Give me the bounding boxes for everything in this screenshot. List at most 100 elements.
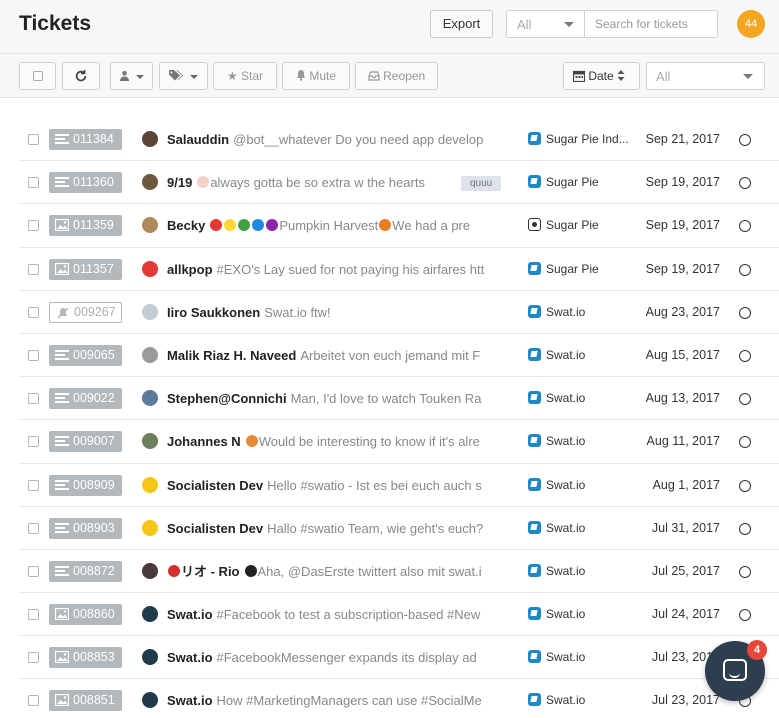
ticket-row[interactable]: 008853 Swat.io #FacebookMessenger expands …	[19, 636, 779, 680]
ticket-row[interactable]: 011357 allkpop #EXO's Lay sued for not pay…	[19, 248, 779, 291]
channel-name: Sugar Pie	[546, 261, 599, 276]
ticket-row[interactable]: 009007 Johannes N Would be interesting to …	[19, 420, 779, 464]
row-checkbox[interactable]	[28, 349, 39, 361]
mute-button[interactable]: Mute	[282, 62, 350, 90]
reopen-button[interactable]: Reopen	[355, 62, 438, 90]
row-checkbox[interactable]	[28, 177, 39, 189]
ticket-id-text: 011357	[73, 261, 114, 276]
status-circle-icon[interactable]	[739, 220, 751, 233]
ticket-id-badge[interactable]: 011357	[49, 258, 122, 280]
status-circle-icon[interactable]	[739, 479, 751, 492]
ticket-summary[interactable]: 9/19 always gotta be so extra w the heart…	[167, 175, 507, 191]
row-checkbox[interactable]	[28, 306, 39, 318]
export-button[interactable]: Export	[430, 10, 493, 38]
ticket-tag[interactable]: quuu	[461, 176, 502, 192]
status-filter-select[interactable]: All	[646, 62, 765, 90]
star-button[interactable]: ★ Star	[213, 62, 277, 90]
status-circle-icon[interactable]	[739, 393, 751, 406]
search-input[interactable]	[584, 10, 718, 38]
ticket-snippet: @bot__whatever Do you need app develop	[233, 132, 484, 147]
status-circle-icon[interactable]	[739, 134, 751, 146]
ticket-row[interactable]: 008872 リオ - Rio Aha, @DasErste twittert al…	[19, 550, 779, 594]
text-lines-icon	[55, 522, 69, 533]
ticket-summary[interactable]: リオ - Rio Aha, @DasErste twittert also mit…	[167, 564, 507, 580]
ticket-summary[interactable]: Stephen@Connichi Man, I'd love to watch T…	[167, 391, 507, 407]
avatar	[142, 649, 158, 666]
ticket-summary[interactable]: Johannes N Would be interesting to know i…	[167, 434, 507, 450]
ticket-id-badge[interactable]: 008903	[49, 517, 122, 539]
row-checkbox[interactable]	[28, 263, 39, 275]
status-circle-icon[interactable]	[739, 609, 751, 622]
ticket-summary[interactable]: Swat.io How #MarketingManagers can use #S…	[167, 693, 507, 709]
avatar	[142, 303, 158, 320]
facebook-messenger-icon	[528, 693, 541, 707]
facebook-messenger-icon	[528, 391, 541, 405]
row-checkbox[interactable]	[28, 393, 39, 405]
ticket-summary[interactable]: Socialisten Dev Hello #swatio - Ist es be…	[167, 478, 507, 494]
ticket-id-badge[interactable]: 009267	[49, 301, 122, 323]
ticket-row[interactable]: 011360 9/19 always gotta be so extra w the…	[19, 161, 779, 205]
star-icon: ★	[226, 69, 238, 83]
status-filter-value: All	[656, 69, 671, 84]
user-avatar-badge[interactable]: 44	[737, 10, 765, 38]
status-circle-icon[interactable]	[739, 177, 751, 190]
ticket-id-badge[interactable]: 008851	[49, 690, 122, 712]
status-circle-icon[interactable]	[739, 522, 751, 535]
ticket-summary[interactable]: Socialisten Dev Hallo #swatio Team, wie g…	[167, 521, 507, 537]
ticket-summary[interactable]: Swat.io #Facebook to test a subscription-…	[167, 607, 507, 623]
sort-by-date-button[interactable]: Date	[563, 62, 640, 90]
ticket-snippet: always gotta be so extra w the hearts	[210, 175, 425, 191]
ticket-id-badge[interactable]: 009022	[49, 388, 122, 410]
ticket-id-badge[interactable]: 011360	[49, 172, 122, 194]
ticket-id-badge[interactable]: 009007	[49, 431, 122, 453]
row-checkbox[interactable]	[28, 436, 39, 448]
ticket-id-badge[interactable]: 011384	[49, 129, 122, 150]
ticket-row[interactable]: 008903 Socialisten Dev Hallo #swatio Team,…	[19, 507, 779, 550]
page-title: Tickets	[19, 12, 91, 35]
ticket-row[interactable]: 009267 Iiro Saukkonen Swat.io ftw! Swat.io A…	[19, 291, 779, 334]
assign-user-button[interactable]	[110, 62, 153, 90]
row-checkbox[interactable]	[28, 220, 39, 232]
row-checkbox[interactable]	[28, 609, 39, 621]
ticket-id-badge[interactable]: 008909	[49, 474, 122, 496]
ticket-row[interactable]: 011359 Becky Pumpkin Harvest We had a pre Su…	[19, 204, 779, 248]
ticket-summary[interactable]: Malik Riaz H. Naveed Arbeitet von euch je…	[167, 348, 507, 364]
ticket-snippet: Hallo #swatio Team, wie geht's euch?	[267, 520, 484, 536]
ticket-channel: Swat.io	[528, 563, 638, 579]
row-checkbox[interactable]	[28, 652, 39, 664]
ticket-row[interactable]: 009065 Malik Riaz H. Naveed Arbeitet von e…	[19, 334, 779, 378]
status-circle-icon[interactable]	[739, 263, 751, 276]
ticket-row[interactable]: 011384 Salauddin @bot__whatever Do you nee…	[19, 118, 779, 162]
ticket-id-badge[interactable]: 008872	[49, 560, 122, 582]
row-checkbox[interactable]	[28, 479, 39, 491]
ticket-row[interactable]: 009022 Stephen@Connichi Man, I'd love to w…	[19, 377, 779, 421]
ticket-summary[interactable]: Becky Pumpkin Harvest We had a pre	[167, 218, 507, 234]
ticket-summary[interactable]: Swat.io #FacebookMessenger expands its di…	[167, 650, 507, 666]
status-circle-icon[interactable]	[739, 306, 751, 319]
ticket-id-text: 008903	[73, 520, 115, 535]
facebook-messenger-icon	[528, 175, 541, 189]
ticket-id-badge[interactable]: 008853	[49, 647, 122, 669]
ticket-filter-select[interactable]: All	[506, 10, 584, 38]
refresh-button[interactable]	[62, 62, 100, 90]
ticket-summary[interactable]: Iiro Saukkonen Swat.io ftw!	[167, 305, 507, 321]
ticket-summary[interactable]: Salauddin @bot__whatever Do you need app …	[167, 132, 507, 148]
status-circle-icon[interactable]	[739, 565, 751, 578]
row-checkbox[interactable]	[28, 134, 39, 145]
status-circle-icon[interactable]	[739, 349, 751, 362]
ticket-row[interactable]: 008851 Swat.io How #MarketingManagers can …	[19, 679, 779, 718]
ticket-id-badge[interactable]: 008860	[49, 604, 122, 626]
ticket-row[interactable]: 008860 Swat.io #Facebook to test a subscri…	[19, 593, 779, 637]
ticket-summary[interactable]: allkpop #EXO's Lay sued for not paying hi…	[167, 262, 507, 278]
tag-button[interactable]	[159, 62, 208, 90]
status-circle-icon[interactable]	[739, 436, 751, 449]
row-checkbox[interactable]	[28, 695, 39, 707]
select-all-checkbox[interactable]	[19, 62, 56, 90]
row-checkbox[interactable]	[28, 565, 39, 577]
channel-name: Swat.io	[546, 434, 586, 449]
ticket-id-badge[interactable]: 011359	[49, 215, 122, 237]
ticket-snippet: Pumpkin Harvest	[279, 218, 379, 234]
ticket-row[interactable]: 008909 Socialisten Dev Hello #swatio - Ist…	[19, 464, 779, 507]
row-checkbox[interactable]	[28, 522, 39, 534]
ticket-id-badge[interactable]: 009065	[49, 344, 122, 366]
